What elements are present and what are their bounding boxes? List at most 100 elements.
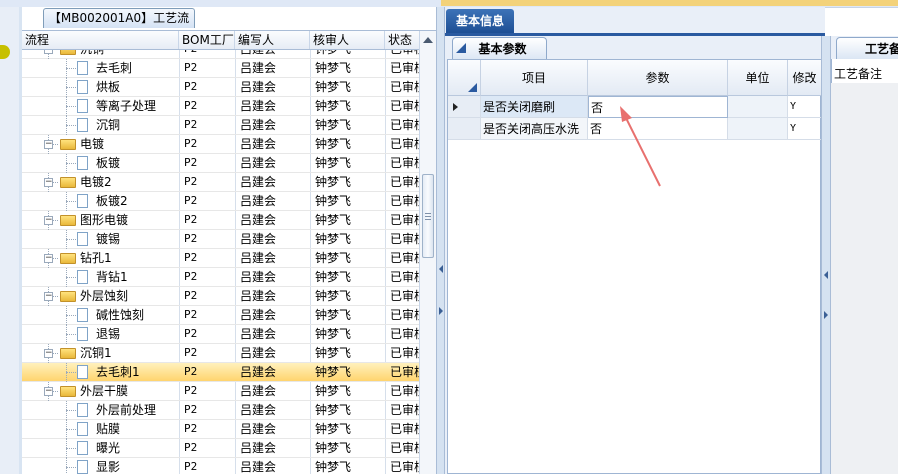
tree-row[interactable]: 沉铜 P2 吕建会 钟梦飞 已审核 <box>22 116 419 135</box>
tab-underline <box>445 33 825 36</box>
collapse-toggle-icon[interactable]: − <box>44 140 53 149</box>
grid-cell-unit[interactable] <box>728 118 788 140</box>
process-tab[interactable]: 【MB002001A0】工艺流程 <box>43 8 195 44</box>
status-cell: 已审核 <box>390 460 419 474</box>
main-splitter[interactable] <box>436 7 445 474</box>
col-header-reviewer[interactable]: 核审人 <box>310 31 385 49</box>
reviewer-cell: 钟梦飞 <box>315 213 352 227</box>
tree-node-label: 图形电镀 <box>80 213 129 227</box>
folder-icon <box>60 386 76 397</box>
row-indicator <box>448 96 481 118</box>
collapse-toggle-icon[interactable]: − <box>44 50 53 54</box>
subtab-process-remark[interactable]: 工艺备注 <box>836 37 898 59</box>
tree-row[interactable]: 去毛刺 P2 吕建会 钟梦飞 已审核 <box>22 59 419 78</box>
col-header-flow[interactable]: 流程 <box>22 31 179 49</box>
reviewer-cell: 钟梦飞 <box>315 289 352 303</box>
subtab-basic-params[interactable]: 基本参数 <box>452 37 547 60</box>
status-cell: 已审核 <box>390 441 419 455</box>
top-accent-bar <box>441 0 898 6</box>
writer-cell: 吕建会 <box>240 270 277 284</box>
tree-connector <box>66 68 76 69</box>
reviewer-cell: 钟梦飞 <box>315 251 352 265</box>
tree-row[interactable]: 退锡 P2 吕建会 钟梦飞 已审核 <box>22 325 419 344</box>
collapse-toggle-icon[interactable]: − <box>44 216 53 225</box>
tree-row[interactable]: 去毛刺1 P2 吕建会 钟梦飞 已审核 <box>22 363 419 382</box>
tree-row[interactable]: 背钻1 P2 吕建会 钟梦飞 已审核 <box>22 268 419 287</box>
tree-row[interactable]: − 外层蚀刻 P2 吕建会 钟梦飞 已审核 <box>22 287 419 306</box>
collapse-left-icon[interactable] <box>439 265 443 273</box>
collapse-toggle-icon[interactable]: − <box>44 254 53 263</box>
bom-cell: P2 <box>184 251 198 264</box>
grid-cell-item[interactable]: 是否关闭磨刷 <box>481 96 588 118</box>
tree-row[interactable]: − 沉铜 P2吕建会钟梦飞已审核 <box>22 50 419 59</box>
col-header-writer[interactable]: 编写人 <box>235 31 310 49</box>
process-tree[interactable]: −沉铜P2吕建会钟梦飞已审核去毛刺P2吕建会钟梦飞已审核烘板P2吕建会钟梦飞已审… <box>22 50 419 474</box>
tree-row[interactable]: − 电镀 P2 吕建会 钟梦飞 已审核 <box>22 135 419 154</box>
reviewer-cell: 钟梦飞 <box>315 441 352 455</box>
expand-right-icon[interactable] <box>824 311 828 319</box>
status-cell: 已审核 <box>390 270 419 284</box>
tree-row[interactable]: − 沉铜1 P2 吕建会 钟梦飞 已审核 <box>22 344 419 363</box>
tree-row[interactable]: 等离子处理 P2 吕建会 钟梦飞 已审核 <box>22 97 419 116</box>
tree-row[interactable]: 外层前处理 P2 吕建会 钟梦飞 已审核 <box>22 401 419 420</box>
grid-header-item[interactable]: 项目 <box>481 60 588 96</box>
writer-cell: 吕建会 <box>240 441 277 455</box>
grid-cell-modify[interactable]: Y <box>788 96 822 118</box>
collapse-left-icon[interactable] <box>824 271 828 279</box>
folder-icon <box>60 177 76 188</box>
grid-header-param[interactable]: 参数 <box>588 60 728 96</box>
document-icon <box>77 460 88 474</box>
tree-node-label: 外层前处理 <box>96 403 157 417</box>
tree-row[interactable]: 烘板 P2 吕建会 钟梦飞 已审核 <box>22 78 419 97</box>
tree-row[interactable]: 曝光 P2 吕建会 钟梦飞 已审核 <box>22 439 419 458</box>
grid-cell-item[interactable]: 是否关闭高压水洗 <box>481 118 588 140</box>
bom-cell: P2 <box>184 403 198 416</box>
tree-node-label: 板镀2 <box>96 194 128 208</box>
col-header-bom[interactable]: BOM工厂 <box>179 31 235 49</box>
status-cell: 已审核 <box>390 346 419 360</box>
scroll-up-icon[interactable] <box>423 37 433 43</box>
reviewer-cell: 钟梦飞 <box>315 80 352 94</box>
tree-row[interactable]: − 外层干膜 P2 吕建会 钟梦飞 已审核 <box>22 382 419 401</box>
writer-cell: 吕建会 <box>238 50 310 58</box>
tree-connector <box>66 439 67 458</box>
document-icon <box>77 118 88 132</box>
grid-cell-unit[interactable] <box>728 96 788 118</box>
writer-cell: 吕建会 <box>240 137 277 151</box>
grid-corner <box>448 60 481 96</box>
collapse-toggle-icon[interactable]: − <box>44 387 53 396</box>
tree-connector <box>66 268 67 287</box>
writer-cell: 吕建会 <box>240 327 277 341</box>
collapse-toggle-icon[interactable]: − <box>44 349 53 358</box>
tree-connector <box>66 306 67 325</box>
bom-cell: P2 <box>184 270 198 283</box>
bom-cell: P2 <box>184 99 198 112</box>
tree-row[interactable]: − 钻孔1 P2 吕建会 钟梦飞 已审核 <box>22 249 419 268</box>
tree-row[interactable]: − 电镀2 P2 吕建会 钟梦飞 已审核 <box>22 173 419 192</box>
tree-row[interactable]: − 图形电镀 P2 吕建会 钟梦飞 已审核 <box>22 211 419 230</box>
collapse-toggle-icon[interactable]: − <box>44 178 53 187</box>
bom-cell: P2 <box>184 289 198 302</box>
status-cell: 已审核 <box>390 118 419 132</box>
grid-header-modify[interactable]: 修改 <box>788 60 822 96</box>
scroll-thumb[interactable] <box>422 174 434 258</box>
tree-row[interactable]: 板镀2 P2 吕建会 钟梦飞 已审核 <box>22 192 419 211</box>
tree-row[interactable]: 镀锡 P2 吕建会 钟梦飞 已审核 <box>22 230 419 249</box>
tab-basic-info[interactable]: 基本信息 <box>446 9 514 33</box>
collapsed-side-panel[interactable] <box>0 7 20 474</box>
right-splitter[interactable] <box>821 36 831 474</box>
bom-cell: P2 <box>184 175 198 188</box>
tree-scrollbar[interactable] <box>419 31 437 474</box>
tree-row[interactable]: 贴膜 P2 吕建会 钟梦飞 已审核 <box>22 420 419 439</box>
expand-right-icon[interactable] <box>439 307 443 315</box>
writer-cell: 吕建会 <box>240 232 277 246</box>
tree-row[interactable]: 碱性蚀刻 P2 吕建会 钟梦飞 已审核 <box>22 306 419 325</box>
grid-cell-modify[interactable]: Y <box>788 118 822 140</box>
status-cell: 已审核 <box>390 308 419 322</box>
collapse-toggle-icon[interactable]: − <box>44 292 53 301</box>
tree-row[interactable]: 显影 P2 吕建会 钟梦飞 已审核 <box>22 458 419 474</box>
grid-header-unit[interactable]: 单位 <box>728 60 788 96</box>
tree-connector <box>66 277 76 278</box>
document-icon <box>77 61 88 75</box>
tree-row[interactable]: 板镀 P2 吕建会 钟梦飞 已审核 <box>22 154 419 173</box>
